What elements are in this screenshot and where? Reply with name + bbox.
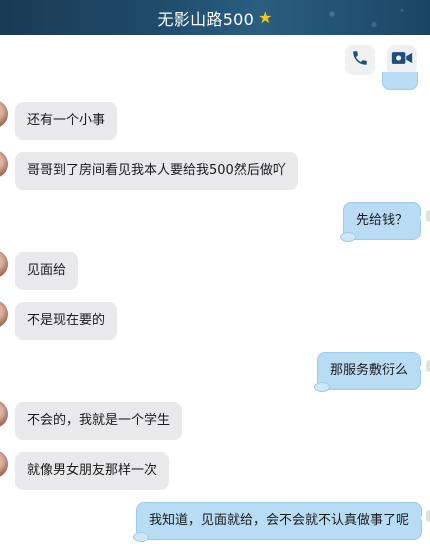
star-icon: ★ <box>258 8 273 27</box>
incoming-message-bubble: 不会的，我就是一个学生 <box>15 402 183 440</box>
contact-avatar[interactable] <box>0 150 8 178</box>
message-row: 就像男女朋友那样一次 <box>0 450 430 490</box>
contact-avatar[interactable] <box>0 400 8 428</box>
chat-title-bar: 无影山路500 ★ <box>0 0 430 35</box>
incoming-message-bubble: 哥哥到了房间看见我本人要给我500然后做吖 <box>15 152 298 190</box>
message-row: 那服务敷衍么 <box>0 352 430 392</box>
own-avatar <box>426 510 430 522</box>
incoming-message-bubble: 见面给 <box>15 252 79 290</box>
own-avatar <box>426 210 430 222</box>
message-row: 不会的，我就是一个学生 <box>0 400 430 440</box>
voice-call-button[interactable] <box>345 45 375 75</box>
contact-avatar[interactable] <box>0 300 8 328</box>
outgoing-message-bubble: 先给钱？ <box>339 202 427 242</box>
contact-avatar[interactable] <box>0 100 8 128</box>
previous-outgoing-bubble <box>382 72 418 90</box>
message-row: 哥哥到了房间看见我本人要给我500然后做吖 <box>0 150 430 190</box>
incoming-message-bubble: 还有一个小事 <box>15 102 118 140</box>
contact-avatar[interactable] <box>0 450 8 478</box>
outgoing-message-bubble: 那服务敷衍么 <box>313 352 427 392</box>
phone-icon <box>351 49 369 71</box>
message-row: 不是现在要的 <box>0 300 430 340</box>
video-call-button[interactable] <box>387 45 417 75</box>
message-row: 先给钱？ <box>0 202 430 242</box>
video-camera-icon <box>391 49 413 71</box>
contact-avatar[interactable] <box>0 250 8 278</box>
contact-name: 无影山路500 <box>157 9 255 29</box>
incoming-message-bubble: 不是现在要的 <box>15 302 118 340</box>
incoming-message-bubble: 就像男女朋友那样一次 <box>15 452 170 490</box>
outgoing-message-bubble: 我知道，见面就给，会不会就不认真做事了呢 <box>132 502 428 542</box>
own-avatar <box>426 360 430 372</box>
message-row: 我知道，见面就给，会不会就不认真做事了呢 <box>0 502 430 542</box>
message-row: 还有一个小事 <box>0 100 430 140</box>
message-row: 见面给 <box>0 250 430 290</box>
